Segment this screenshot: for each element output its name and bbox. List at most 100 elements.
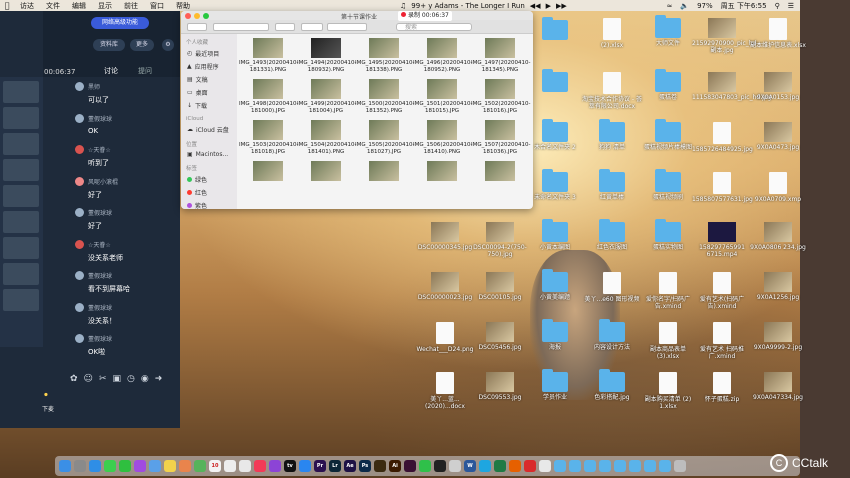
- group-button[interactable]: [275, 23, 295, 31]
- sidebar-item-downloads[interactable]: ↓ 下载: [181, 99, 237, 112]
- desktop-folder[interactable]: [525, 17, 585, 42]
- folder5-app-icon[interactable]: [614, 460, 626, 472]
- sidebar-item-macintosh[interactable]: ▣ Macintos...: [181, 149, 237, 160]
- sidebar-tag-green[interactable]: 绿色: [181, 173, 237, 186]
- tab-questions[interactable]: 提问: [138, 66, 152, 76]
- maps-app-icon[interactable]: [194, 460, 206, 472]
- file-item[interactable]: [471, 159, 529, 200]
- menu-list-icon[interactable]: ☰: [788, 2, 794, 10]
- raise-hand-label[interactable]: 下麦: [42, 404, 54, 413]
- desktop-file[interactable]: 9X0A0153.jpg: [748, 72, 808, 101]
- desktop-file[interactable]: 怀子蛋糕.zip: [692, 372, 752, 403]
- folder7-app-icon[interactable]: [644, 460, 656, 472]
- file-item[interactable]: IMG_1503(20200410-181018).JPG: [239, 118, 299, 159]
- desktop-file[interactable]: 9X0A047334.jpg: [748, 372, 808, 401]
- launchpad-app-icon[interactable]: [74, 460, 86, 472]
- photoshop-app-icon[interactable]: Ps: [359, 460, 371, 472]
- music-icon[interactable]: ♫: [400, 2, 406, 10]
- desktop-file[interactable]: DSC09553.jpg: [470, 372, 530, 401]
- lightroom-app-icon[interactable]: Lr: [329, 460, 341, 472]
- photos-app-icon[interactable]: [179, 460, 191, 472]
- desktop-folder[interactable]: 狗狗 清单: [582, 119, 642, 151]
- podcasts-app-icon[interactable]: [134, 460, 146, 472]
- desktop-file[interactable]: DSC05456.jpg: [470, 322, 530, 351]
- desktop-file[interactable]: 9X0A9999-2.jpg: [748, 322, 808, 351]
- file-item[interactable]: IMG_1497(20200410-181345).PNG: [471, 36, 531, 77]
- desktop-file[interactable]: 158297765991 6715.mp4: [692, 222, 752, 258]
- desktop-folder[interactable]: 蛋糕视频片棒模图: [638, 119, 698, 151]
- messages-app-icon[interactable]: [104, 460, 116, 472]
- desktop-file[interactable]: 爱有艺术(扫码广告).xmind: [692, 272, 752, 310]
- close-button[interactable]: [185, 13, 191, 19]
- prev-track-icon[interactable]: ◀◀: [530, 2, 541, 10]
- facetime-app-icon[interactable]: [119, 460, 131, 472]
- desktop-file[interactable]: 美丫...蓝...(2020)...docx: [415, 372, 475, 410]
- word-app-icon[interactable]: W: [464, 460, 476, 472]
- file-item[interactable]: [239, 159, 297, 200]
- folder8-app-icon[interactable]: [659, 460, 671, 472]
- participant-thumb[interactable]: [3, 159, 39, 181]
- desktop-file[interactable]: 21592970900_pic_hd副本.jpg: [692, 18, 756, 54]
- tab-discussion[interactable]: 讨论: [104, 66, 118, 76]
- notes2-app-icon[interactable]: [239, 460, 251, 472]
- indesign-app-icon[interactable]: [404, 460, 416, 472]
- file-item[interactable]: IMG_1498(20200410-181000).JPG: [239, 77, 299, 118]
- desktop-folder[interactable]: 海报: [525, 319, 585, 351]
- avatar[interactable]: [75, 176, 84, 186]
- desktop-file[interactable]: (2).xlsx: [582, 18, 642, 49]
- participant-thumb[interactable]: [3, 237, 39, 259]
- participant-thumb[interactable]: [3, 81, 39, 103]
- trash-app-icon[interactable]: [674, 460, 686, 472]
- battery-text[interactable]: 97%: [697, 2, 713, 10]
- desktop-file[interactable]: 副本商品表单 (3).xlsx: [638, 322, 698, 360]
- flower-icon[interactable]: ✿: [70, 374, 78, 384]
- file-item[interactable]: IMG_1500(20200410-181352).PNG: [355, 77, 415, 118]
- participant-thumb[interactable]: [3, 263, 39, 285]
- file-item[interactable]: IMG_1502(20200410-181016).JPG: [471, 77, 531, 118]
- aftereffects-app-icon[interactable]: Ae: [344, 460, 356, 472]
- menu-item-edit[interactable]: 编辑: [66, 1, 92, 11]
- folder1-app-icon[interactable]: [554, 460, 566, 472]
- desktop-file[interactable]: 爱你名字/扫码广告.xmind: [638, 272, 698, 310]
- desktop-folder[interactable]: [525, 69, 585, 94]
- avatar[interactable]: [75, 113, 84, 123]
- file-item[interactable]: IMG_1507(20200410-181036).JPG: [471, 118, 531, 159]
- sidebar-item-recents[interactable]: ◴ 最近项目: [181, 47, 237, 60]
- file-item[interactable]: IMG_1505(20200410-181027).JPG: [355, 118, 415, 159]
- play-icon[interactable]: ▶: [546, 2, 551, 10]
- desktop-folder[interactable]: 未命名文件夹 3: [525, 169, 585, 201]
- desktop-folder[interactable]: 内容设计方法: [582, 319, 642, 351]
- qq-app-icon[interactable]: [434, 460, 446, 472]
- menu-item-go[interactable]: 前往: [118, 1, 144, 11]
- image-icon[interactable]: ▣: [112, 374, 121, 384]
- action-gear-icon[interactable]: [301, 23, 323, 31]
- netease-app-icon[interactable]: [524, 460, 536, 472]
- avatar[interactable]: [75, 239, 84, 249]
- raise-hand-icon[interactable]: ⚫: [43, 391, 49, 399]
- file-item[interactable]: IMG_1495(20200410-181338).PNG: [355, 36, 415, 77]
- desktop-file[interactable]: DSC00000023.jpg: [415, 272, 475, 301]
- preview-app-icon[interactable]: [449, 460, 461, 472]
- desktop-file[interactable]: 9X0A0806 234.jpg: [748, 222, 808, 251]
- avatar[interactable]: [75, 302, 84, 312]
- avatar[interactable]: [75, 145, 84, 154]
- desktop-folder[interactable]: 学员作业: [525, 369, 585, 401]
- folder2-app-icon[interactable]: [569, 460, 581, 472]
- desktop-file[interactable]: 淘宝技术合作协议 - 荟萃有限公司.docx: [582, 72, 642, 110]
- wifi-icon[interactable]: ≈: [666, 2, 672, 10]
- settings-icon[interactable]: ⚙: [162, 39, 174, 51]
- safari-app-icon[interactable]: [89, 460, 101, 472]
- recording-indicator[interactable]: 录制 00:06:37: [398, 11, 452, 21]
- more-button[interactable]: 更多: [130, 39, 154, 51]
- desktop-file[interactable]: DSC00094-2(750-750).jpg: [470, 222, 530, 258]
- desktop-file[interactable]: 爱有艺术 扫码推广.xmind: [692, 322, 752, 360]
- tv-app-icon[interactable]: tv: [284, 460, 296, 472]
- clock-text[interactable]: 周五 下午6:55: [721, 1, 767, 11]
- folder6-app-icon[interactable]: [629, 460, 641, 472]
- desktop-file[interactable]: DSC00000345.jpg: [415, 222, 475, 251]
- file-item[interactable]: IMG_1506(20200410-181410).PNG: [413, 118, 473, 159]
- desktop-file[interactable]: 9X0A0709.xmp: [748, 172, 808, 203]
- apple-icon[interactable]: : [0, 1, 14, 10]
- participant-thumb[interactable]: [3, 289, 39, 311]
- minimize-button[interactable]: [194, 13, 200, 19]
